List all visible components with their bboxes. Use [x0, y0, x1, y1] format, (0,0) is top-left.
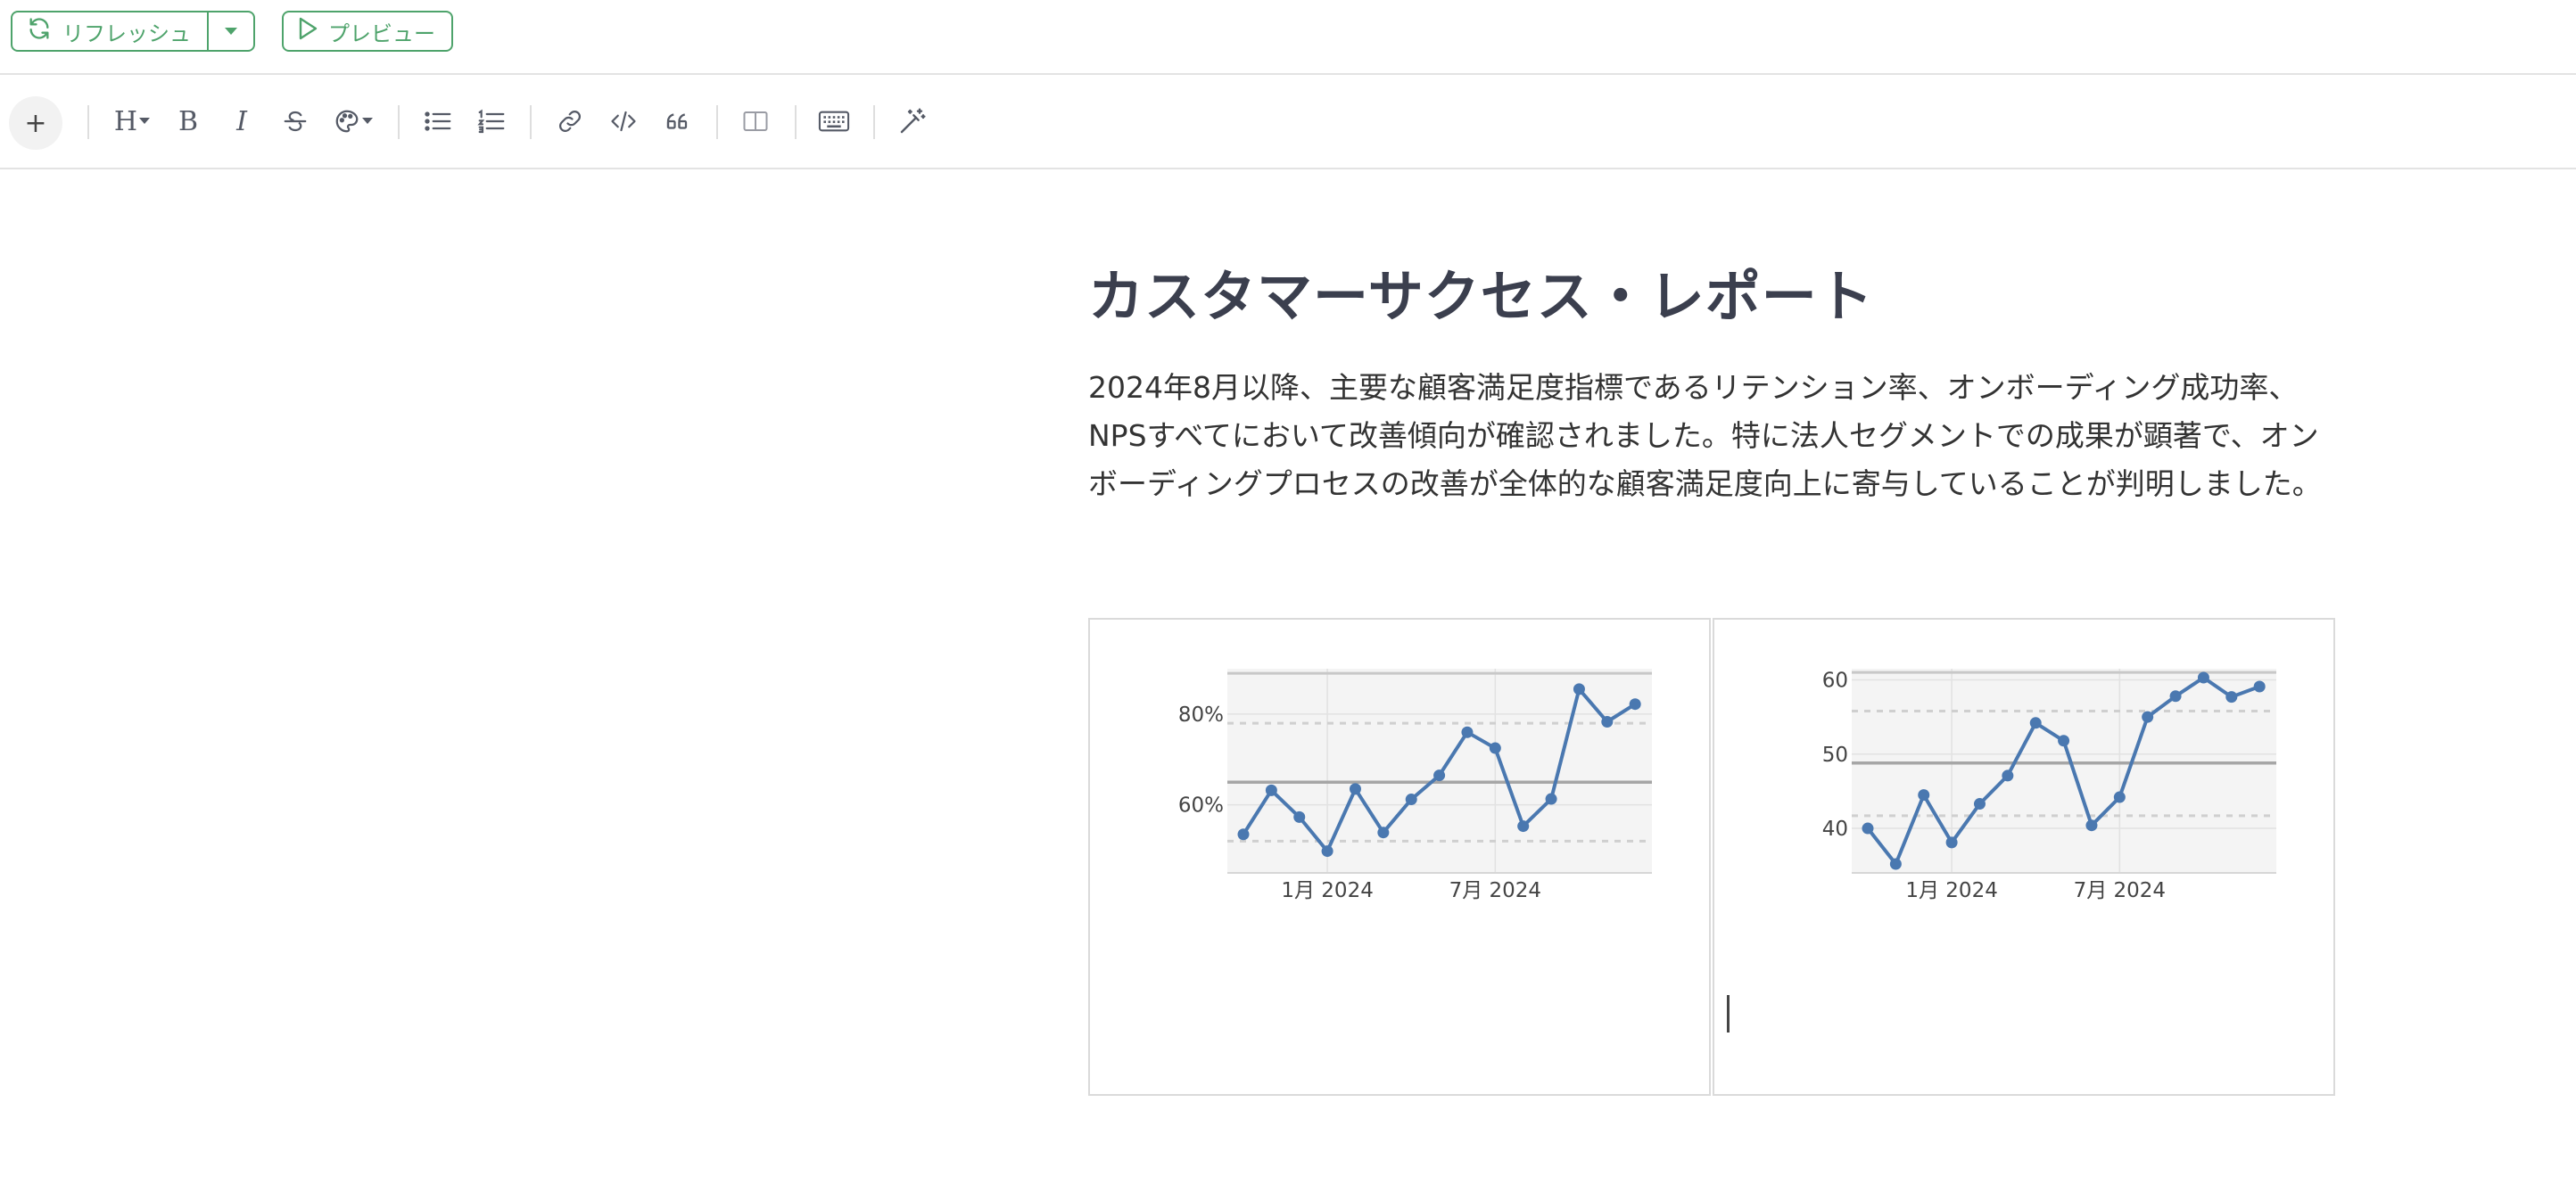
quote-button[interactable]	[655, 99, 699, 144]
heading-icon: H	[113, 105, 151, 137]
data-point	[1889, 858, 1902, 870]
code-button[interactable]	[601, 99, 646, 144]
data-point	[1489, 742, 1501, 754]
caret-down-icon	[223, 23, 239, 40]
data-point	[2169, 690, 2182, 703]
data-point	[1377, 827, 1390, 839]
heading-label: H	[113, 105, 138, 137]
split-view-icon	[742, 110, 769, 133]
bold-icon: B	[178, 105, 199, 137]
link-button[interactable]	[548, 99, 592, 144]
y-tick-label: 40	[1822, 818, 1848, 841]
ai-assist-button[interactable]	[890, 99, 935, 144]
data-point	[2029, 717, 2042, 729]
palette-icon	[334, 108, 373, 135]
magic-wand-icon	[898, 107, 927, 136]
data-point	[2197, 671, 2209, 684]
document-title[interactable]: カスタマーサクセス・レポート	[1088, 251, 1874, 332]
data-point	[1918, 789, 1930, 802]
data-point	[1405, 794, 1417, 806]
data-point	[1293, 810, 1306, 823]
y-tick-label: 50	[1822, 744, 1848, 767]
data-point	[2225, 691, 2238, 703]
data-point	[1945, 836, 1958, 849]
plot-area	[1852, 669, 2276, 873]
split-view-button[interactable]	[733, 99, 778, 144]
add-block-button[interactable]: +	[9, 96, 62, 150]
formatting-toolbar: + H B I	[0, 75, 2576, 169]
bold-button[interactable]: B	[166, 99, 211, 144]
data-point	[1862, 822, 1874, 835]
data-point	[1973, 798, 1986, 810]
toolbar-divider	[795, 105, 797, 139]
refresh-button[interactable]: リフレッシュ	[12, 12, 207, 50]
preview-button[interactable]: プレビュー	[282, 11, 453, 52]
document-paragraph[interactable]: 2024年8月以降、主要な顧客満足度指標であるリテンション率、オンボーディング成…	[1088, 364, 2346, 508]
x-tick-label: 7月 2024	[1449, 879, 1541, 902]
preview-label: プレビュー	[328, 21, 435, 46]
numbered-list-button[interactable]	[469, 99, 514, 144]
y-tick-label: 60%	[1178, 794, 1224, 818]
data-point	[1237, 828, 1250, 841]
data-point	[2142, 711, 2154, 723]
refresh-dropdown-button[interactable]	[207, 12, 253, 50]
top-bar: リフレッシュ プレビュー	[0, 0, 2576, 75]
data-point	[1629, 698, 1641, 711]
data-point	[1517, 820, 1530, 833]
quote-icon	[663, 108, 691, 135]
refresh-button-group: リフレッシュ	[11, 11, 255, 52]
data-point	[1573, 683, 1585, 695]
data-point	[2113, 791, 2126, 803]
color-button[interactable]	[326, 99, 380, 144]
data-point	[2058, 735, 2070, 747]
italic-button[interactable]: I	[219, 99, 264, 144]
data-point	[2085, 819, 2098, 832]
chart-panel-nps[interactable]: 40 50 60 1月 2024 7月 2024	[1713, 618, 2335, 1096]
keyboard-shortcuts-button[interactable]	[812, 99, 856, 144]
toolbar-divider	[873, 105, 875, 139]
text-cursor	[1727, 995, 1730, 1033]
bullet-list-button[interactable]	[416, 99, 460, 144]
toolbar-divider	[716, 105, 718, 139]
bullet-list-icon	[424, 109, 452, 134]
line-chart-retention: 60% 80% 1月 2024 7月 2024	[1178, 669, 1652, 902]
data-point	[1545, 793, 1557, 805]
numbered-list-icon	[477, 109, 506, 134]
refresh-label: リフレッシュ	[62, 21, 191, 46]
data-point	[1433, 769, 1446, 782]
data-point	[1461, 726, 1474, 738]
play-icon	[298, 17, 318, 45]
x-tick-label: 7月 2024	[2074, 879, 2166, 902]
x-tick-label: 1月 2024	[1905, 879, 1997, 902]
strikethrough-icon	[282, 108, 309, 135]
y-tick-label: 80%	[1178, 703, 1224, 727]
y-tick-label: 60	[1822, 669, 1848, 692]
link-icon	[557, 108, 583, 135]
data-point	[2002, 769, 2014, 782]
code-icon	[609, 108, 638, 135]
data-point	[1601, 716, 1614, 728]
heading-button[interactable]: H	[107, 99, 157, 144]
plus-icon: +	[24, 107, 47, 139]
toolbar-divider	[530, 105, 532, 139]
italic-icon: I	[236, 105, 247, 137]
line-chart-nps: 40 50 60 1月 2024 7月 2024	[1822, 669, 2276, 902]
keyboard-icon	[818, 110, 850, 133]
strikethrough-button[interactable]	[273, 99, 318, 144]
data-point	[1265, 784, 1277, 796]
toolbar-divider	[87, 105, 89, 139]
data-point	[2253, 680, 2266, 693]
refresh-icon	[27, 16, 52, 46]
data-point	[1349, 783, 1361, 795]
x-tick-label: 1月 2024	[1281, 879, 1373, 902]
toolbar-divider	[398, 105, 400, 139]
data-point	[1321, 845, 1333, 858]
chart-panel-retention[interactable]: 60% 80% 1月 2024 7月 2024	[1088, 618, 1711, 1096]
